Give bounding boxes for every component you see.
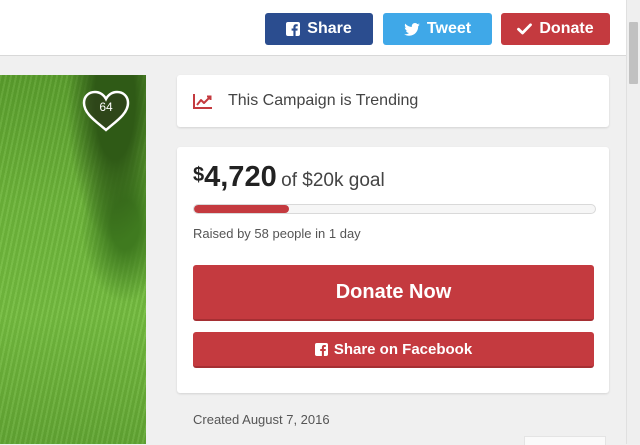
checkmark-icon <box>517 23 533 35</box>
tweet-button[interactable]: Tweet <box>383 13 492 45</box>
raised-summary: Raised by 58 people in 1 day <box>193 226 361 241</box>
scrollbar[interactable] <box>626 0 640 444</box>
facebook-icon <box>286 22 301 36</box>
donate-now-button[interactable]: Donate Now <box>193 265 594 321</box>
created-date: Created August 7, 2016 <box>193 412 330 427</box>
facebook-share-button[interactable]: Share <box>265 13 373 45</box>
donate-button-label: Donate <box>539 20 594 37</box>
amount-raised: $4,720 of $20k goal <box>193 161 385 194</box>
facebook-icon <box>314 342 328 356</box>
share-on-facebook-button[interactable]: Share on Facebook <box>193 332 594 368</box>
currency-symbol: $ <box>193 164 205 186</box>
donate-header-button[interactable]: Donate <box>501 13 610 45</box>
donation-card: $4,720 of $20k goal Raised by 58 people … <box>177 147 609 393</box>
trending-card: This Campaign is Trending <box>177 75 609 127</box>
campaign-photo: 64 <box>0 75 146 444</box>
share-facebook-label: Share on Facebook <box>333 340 473 358</box>
progress-bar <box>193 204 596 214</box>
progress-fill <box>194 205 289 213</box>
trending-chart-icon <box>193 93 213 109</box>
goal-text: of $20k goal <box>281 170 385 191</box>
heart-button[interactable]: 64 <box>81 89 131 133</box>
top-action-bar: Share Tweet Donate <box>0 0 626 56</box>
trending-text: This Campaign is Trending <box>228 92 419 109</box>
tweet-button-label: Tweet <box>426 20 472 37</box>
twitter-bird-icon <box>404 22 420 36</box>
share-button-label: Share <box>307 20 352 37</box>
scrollbar-thumb[interactable] <box>629 22 638 84</box>
amount-value: 4,720 <box>204 161 277 193</box>
heart-count: 64 <box>99 100 113 114</box>
